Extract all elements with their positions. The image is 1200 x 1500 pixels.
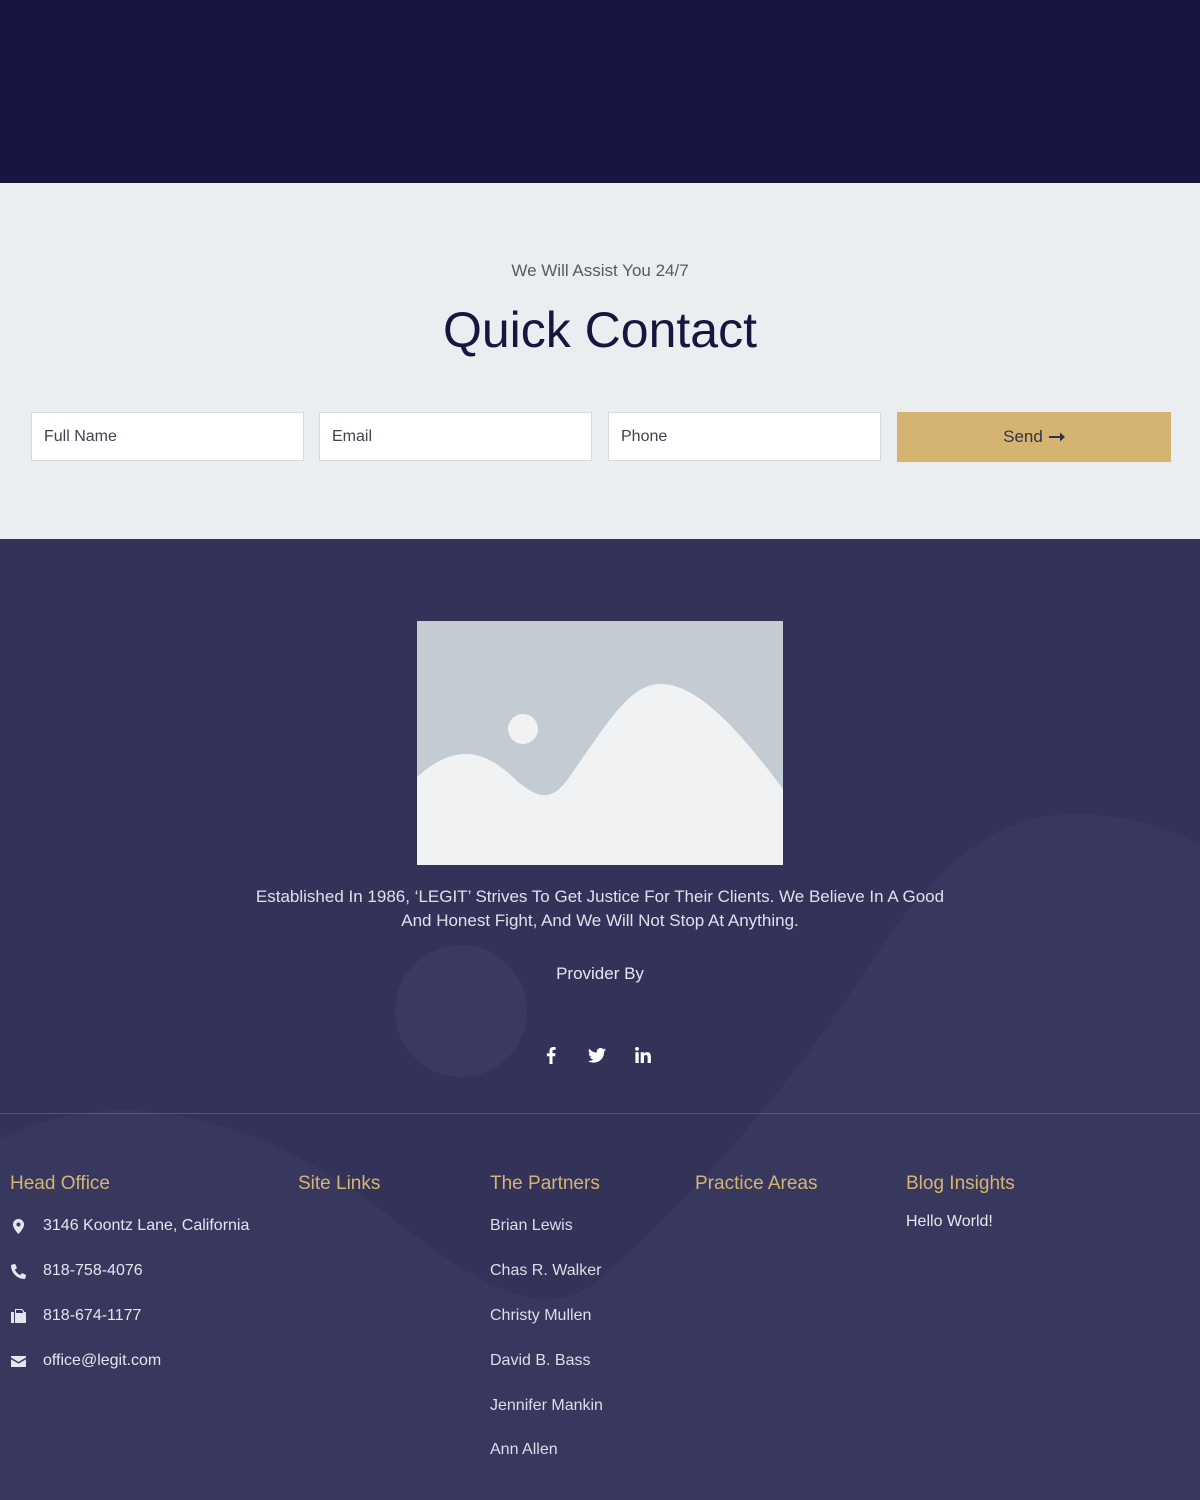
contact-eyebrow: We Will Assist You 24/7	[511, 261, 689, 280]
arrow-right-icon	[1048, 432, 1065, 442]
partner-link[interactable]: Jennifer Mankin	[490, 1397, 603, 1415]
email-field[interactable]	[319, 412, 592, 461]
about-text: Established In 1986, ‘LEGIT’ Strives To …	[255, 887, 945, 930]
footer-divider	[0, 1113, 1200, 1114]
partner-link[interactable]: Ann Allen	[490, 1441, 558, 1459]
head-office-title: Head Office	[10, 1173, 110, 1194]
fax-icon	[10, 1308, 26, 1324]
blog-insights-title: Blog Insights	[906, 1173, 1015, 1194]
site-links-title: Site Links	[298, 1173, 381, 1194]
phone-icon	[10, 1263, 26, 1279]
send-label: Send	[1003, 427, 1043, 446]
partner-link[interactable]: David B. Bass	[490, 1352, 590, 1370]
partners-title: The Partners	[490, 1173, 600, 1194]
send-button[interactable]: Send	[897, 412, 1171, 462]
site-footer: Established In 1986, ‘LEGIT’ Strives To …	[0, 539, 1200, 1500]
email-link[interactable]: office@legit.com	[43, 1352, 161, 1370]
phone-link[interactable]: 818-758-4076	[43, 1262, 143, 1280]
address-text: 3146 Koontz Lane, California	[43, 1217, 250, 1234]
practice-areas-title: Practice Areas	[695, 1173, 818, 1194]
quick-contact-section: We Will Assist You 24/7 Quick Contact Se…	[0, 183, 1200, 539]
fax-text: 818-674-1177	[43, 1307, 142, 1324]
blog-post-link[interactable]: Hello World!	[906, 1213, 993, 1231]
email-row: office@legit.com	[10, 1351, 161, 1371]
facebook-icon[interactable]	[540, 1044, 562, 1066]
map-marker-icon	[10, 1218, 26, 1234]
full-name-field[interactable]	[31, 412, 304, 461]
envelope-icon	[10, 1353, 26, 1369]
address-row: 3146 Koontz Lane, California	[10, 1216, 249, 1236]
phone-row: 818-758-4076	[10, 1261, 143, 1281]
twitter-icon[interactable]	[586, 1044, 608, 1066]
linkedin-icon[interactable]	[632, 1044, 654, 1066]
logo-placeholder-image	[417, 621, 783, 865]
provider-text: Provider By	[556, 964, 644, 983]
phone-field[interactable]	[608, 412, 881, 461]
partner-link[interactable]: Chas R. Walker	[490, 1262, 601, 1280]
fax-row: 818-674-1177	[10, 1306, 141, 1326]
partner-link[interactable]: Christy Mullen	[490, 1307, 591, 1325]
top-banner	[0, 0, 1200, 183]
contact-heading: Quick Contact	[442, 302, 757, 358]
partner-link[interactable]: Brian Lewis	[490, 1217, 573, 1235]
